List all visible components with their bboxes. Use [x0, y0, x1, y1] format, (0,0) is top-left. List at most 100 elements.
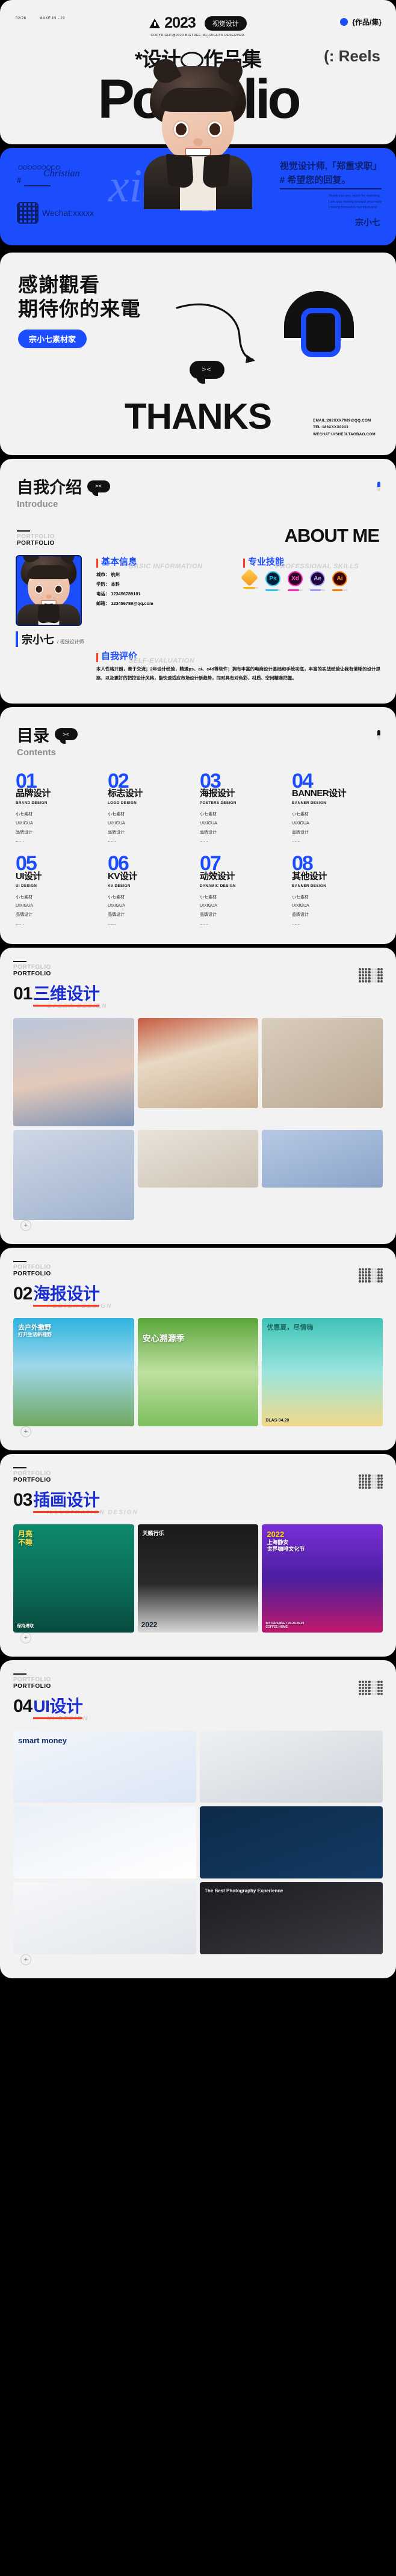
illustration-caption: BITTERSWEET 05.28-05.30 COFFEE HOME	[265, 1622, 304, 1629]
cover-top-right-label: {作品/集}	[352, 18, 382, 26]
skills-block: 专业技能 PROFESSIONAL SKILLS Ps Xd Ae Ai	[240, 555, 380, 591]
section-3d-header: PORTFOLIO PORTFOLIO 01 三维设计 OPERA DESIGN	[13, 961, 383, 1010]
skill-bar	[332, 589, 347, 591]
about-title: ABOUT ME	[284, 525, 380, 546]
contents-item-sub-line: UIXIGUA	[16, 904, 33, 909]
contents-item[interactable]: 08 其他设计 BANNER DESIGN 小七素材 UIXIGUA 品牌设计……	[292, 853, 380, 928]
ui-tile[interactable]: smart money	[13, 1731, 196, 1803]
sketch-icon	[240, 568, 259, 587]
gallery-tile[interactable]	[262, 1018, 383, 1109]
portfolio-page: 02/26 MAKE IN - 22 2023 视觉设计 COPYRIGHT@2…	[0, 0, 396, 1983]
gallery-tile[interactable]	[137, 1130, 259, 1188]
section-poster-gallery: 去户外撒野 打开生活新视野 安心溯源季 优惠夏，尽情嗨 DLAS·04.20	[13, 1318, 383, 1427]
self-eval-wrap: 自我评价 SELF-EVALUATION 本人性格开朗，善于交流；2年设计经验，…	[0, 647, 396, 683]
section-poster-header: PORTFOLIO PORTFOLIO 02 海报设计 POSTER DESIG…	[13, 1261, 383, 1310]
avatar-3d-character	[141, 66, 255, 210]
basic-info-row: 学历： 本科	[96, 581, 120, 587]
about-head-cn-row: 自我介绍 ><	[17, 474, 379, 498]
contents-item-en: KV DESIGN	[108, 883, 131, 888]
self-eval-header: 自我评价 SELF-EVALUATION	[96, 649, 380, 664]
cover-en-1: Thank you very much for watching	[328, 194, 380, 198]
ui-tile[interactable]: The Best Photography Experience	[200, 1882, 383, 1955]
illustration-tile[interactable]: 天籁行乐 2022	[137, 1524, 259, 1633]
illustration-tile[interactable]: 2022 上海静安 世界咖啡文化节 BITTERSWEET 05.28-05.3…	[262, 1524, 383, 1633]
self-eval-text: 本人性格开朗，善于交流；2年设计经验，精通ps、ai、c4d等软件；拥有丰富的电…	[96, 666, 380, 681]
illustration-caption: 2022	[141, 1621, 158, 1630]
poster-line-1: 去户外撒野	[18, 1324, 51, 1332]
basic-info-row: 邮箱： 123456789@qq.com	[96, 600, 153, 606]
gallery-tile[interactable]	[13, 1018, 134, 1127]
contents-item-sub-line: UIXIGUA	[292, 821, 309, 826]
portfolio-mark-label: PORTFOLIO	[13, 1271, 51, 1278]
contents-item-sub-line: 品牌设计	[16, 830, 32, 835]
contents-item-sub-line: UIXIGUA	[200, 904, 217, 909]
cover-headline-2: # 希望您的回复。	[279, 174, 382, 189]
contents-item-sub-line: 小七素材	[16, 812, 32, 817]
section-ui-heading: PORTFOLIO PORTFOLIO 04 UI设计 UI DESIGN	[13, 1673, 88, 1722]
contents-item-cn: KV设计	[108, 871, 137, 882]
add-icon[interactable]: +	[20, 1220, 31, 1231]
add-icon[interactable]: +	[20, 1954, 31, 1966]
section-number: 01	[13, 984, 32, 1004]
avatar-collar-left	[166, 153, 194, 189]
xd-icon: Xd	[288, 571, 303, 586]
ui-tile[interactable]	[13, 1806, 196, 1879]
scroll-indicator[interactable]	[377, 482, 380, 491]
ui-tile[interactable]	[200, 1806, 383, 1879]
cover-en-2: I am also looking forward your reply	[328, 200, 382, 204]
contents-item-sub-line: 小七素材	[292, 812, 309, 817]
cover-en-lines: Thank you very much for watching I am al…	[329, 194, 382, 211]
contents-item[interactable]: 02 标志设计 LOGO DESIGN 小七素材 UIXIGUA 品牌设计……	[108, 771, 196, 846]
contents-item-sub: 小七素材 UIXIGUA 品牌设计 ……	[16, 811, 104, 846]
section-poster-plus-wrap: +	[13, 1426, 383, 1438]
skill-bar	[310, 589, 325, 591]
scroll-indicator[interactable]	[377, 729, 380, 740]
gallery-tile[interactable]	[13, 1130, 134, 1221]
cover-wechat: Wechat:xxxxx	[42, 208, 94, 218]
poster-tile[interactable]: 优惠夏，尽情嗨 DLAS·04.20	[262, 1318, 383, 1427]
qr-code-icon[interactable]	[17, 202, 39, 224]
gallery-tile[interactable]	[137, 1018, 259, 1109]
add-icon[interactable]: +	[20, 1633, 31, 1644]
contents-item-en: DYNAMIC DESIGN	[200, 883, 236, 888]
about-person: 宗小七 / 视觉设计师	[16, 631, 87, 647]
red-bar-icon	[243, 559, 245, 568]
contents-item[interactable]: 07 动效设计 DYNAMIC DESIGN 小七素材 UIXIGUA 品牌设计……	[200, 853, 288, 928]
contents-item[interactable]: 04 BANNER设计 BANNER DESIGN 小七素材 UIXIGUA 品牌设…	[292, 771, 380, 846]
poster-tile[interactable]: 去户外撒野 打开生活新视野	[13, 1318, 134, 1427]
illustration-tile[interactable]: 月亮 不睡 保持进取	[13, 1524, 134, 1633]
about-section-header: 自我介绍 >< Introduce	[0, 459, 396, 521]
contents-item-sub-line: ……	[108, 839, 116, 844]
contents-item-en: UI DESIGN	[16, 883, 37, 888]
about-head-cn: 自我介绍	[17, 479, 82, 497]
section-illustration-gallery: 月亮 不睡 保持进取 天籁行乐 2022 2022 上海静安 世界咖啡文化节 BI…	[13, 1524, 383, 1633]
thanks-tag[interactable]: 宗小七素材家	[18, 329, 87, 348]
smiley-eyes: ><	[95, 483, 102, 489]
poster-tag: DLAS·04.20	[265, 1418, 289, 1423]
contents-item-sub-line: 小七素材	[200, 812, 217, 817]
gallery-tile[interactable]	[262, 1130, 383, 1188]
about-right-column: 基本信息 BASIC INFORMATION 城市： 杭州 学历： 本科 电话：…	[96, 555, 234, 647]
section-number: 04	[13, 1696, 32, 1717]
ui-tile[interactable]	[200, 1731, 383, 1803]
contents-item[interactable]: 01 品牌设计 BRAND DESIGN 小七素材 UIXIGUA 品牌设计……	[16, 771, 104, 846]
portfolio-mark-label: PORTFOLIO	[13, 1477, 51, 1484]
contents-item[interactable]: 06 KV设计 KV DESIGN 小七素材 UIXIGUA 品牌设计……	[108, 853, 196, 928]
contents-item-sub: 小七素材 UIXIGUA 品牌设计 ……	[16, 894, 104, 929]
basic-info-block: 基本信息 BASIC INFORMATION 城市： 杭州 学历： 本科 电话：…	[96, 555, 234, 609]
contents-item-cn: 标志设计	[108, 788, 143, 799]
add-icon[interactable]: +	[20, 1426, 31, 1438]
section-poster-slide: PORTFOLIO PORTFOLIO 02 海报设计 POSTER DESIG…	[0, 1248, 396, 1451]
cover-en-3: Looking forward to our interview!	[328, 206, 377, 209]
skill-item: Ps	[265, 571, 280, 591]
poster-tile[interactable]: 安心溯源季	[137, 1318, 259, 1427]
poster-line-1: 优惠夏，尽情嗨	[267, 1324, 314, 1332]
section-ui-body: PORTFOLIO PORTFOLIO 04 UI设计 UI DESIGN sm…	[0, 1660, 396, 1978]
skill-item: Xd	[288, 571, 303, 591]
about-head-en: Introduce	[17, 499, 58, 509]
contents-item[interactable]: 03 海报设计 POSTERS DESIGN 小七素材 UIXIGUA 品牌设计……	[200, 771, 288, 846]
contents-slide: 目录 >< Contents 01 品牌设计 BRAND DESIGN 小七素材…	[0, 707, 396, 945]
contents-item[interactable]: 05 UI设计 UI DESIGN 小七素材 UIXIGUA 品牌设计……	[16, 853, 104, 929]
illustration-text: 月亮 不睡	[18, 1530, 33, 1547]
ui-tile[interactable]	[13, 1882, 196, 1955]
